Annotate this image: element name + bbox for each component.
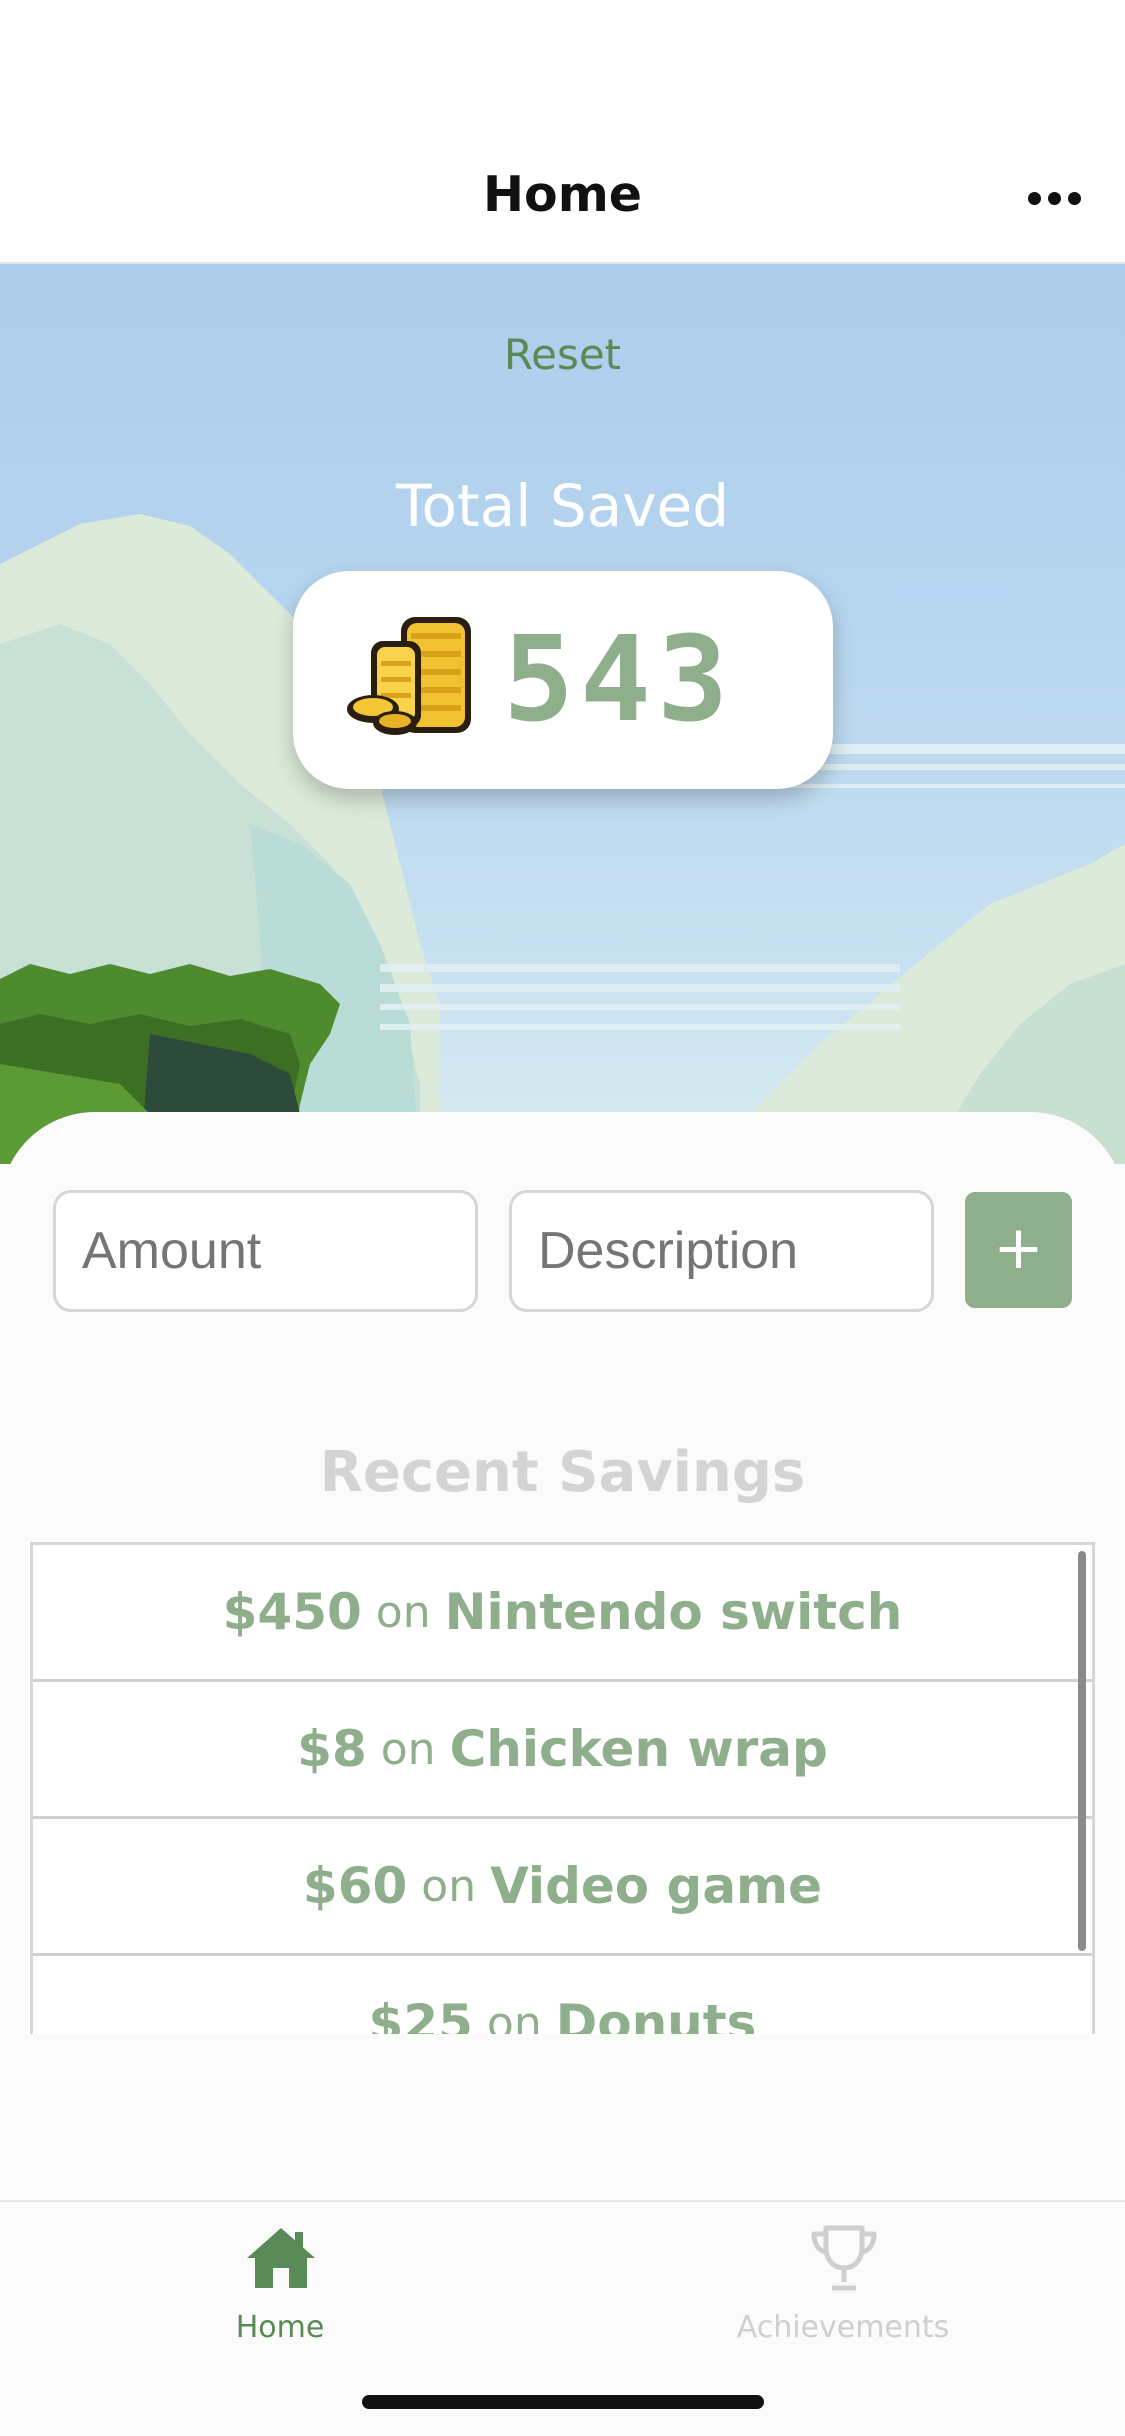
connector-text: on <box>486 1997 542 2035</box>
coin-stack-icon <box>347 617 471 735</box>
tab-home[interactable]: Home <box>130 2202 430 2382</box>
recent-savings-list[interactable]: $450 on Nintendo switch $8 on Chicken wr… <box>30 1542 1095 2034</box>
add-saving-button[interactable]: + <box>965 1192 1072 1308</box>
connector-text: on <box>375 1586 431 1638</box>
total-saved-value: 543 <box>503 610 735 748</box>
navigation-bar: Home <box>0 0 1125 264</box>
hero-banner: Reset Total Saved 543 <box>0 264 1125 1164</box>
saving-description: Nintendo switch <box>444 1583 903 1641</box>
tab-home-label: Home <box>235 2310 325 2345</box>
list-item[interactable]: $25 on Donuts <box>33 1956 1092 2034</box>
recent-savings-title: Recent Savings <box>319 1440 806 1505</box>
list-item[interactable]: $60 on Video game <box>33 1819 1092 1956</box>
saving-amount: $25 <box>368 1994 473 2034</box>
saving-description: Video game <box>490 1857 823 1915</box>
description-input[interactable] <box>509 1190 934 1312</box>
reset-button[interactable]: Reset <box>0 330 1125 379</box>
saving-amount: $60 <box>302 1857 408 1915</box>
trophy-icon <box>811 2225 877 2291</box>
total-saved-label: Total Saved <box>395 472 730 540</box>
saving-description: Donuts <box>555 1994 757 2034</box>
connector-text: on <box>380 1723 436 1775</box>
savings-panel: + Recent Savings $450 on Nintendo switch… <box>0 1112 1125 2202</box>
list-item[interactable]: $450 on Nintendo switch <box>33 1545 1092 1682</box>
page-title: Home <box>483 166 642 223</box>
saving-amount: $8 <box>297 1720 367 1778</box>
home-indicator <box>362 2395 764 2409</box>
more-options-button[interactable] <box>1019 175 1089 221</box>
saving-description: Chicken wrap <box>449 1720 828 1778</box>
total-saved-card: 543 <box>293 571 833 789</box>
home-icon <box>247 2228 315 2288</box>
screen: Home Reset Total Saved 543 Amount Descri… <box>0 0 1125 2436</box>
connector-text: on <box>421 1860 477 1912</box>
ellipsis-icon <box>1027 191 1081 205</box>
amount-input[interactable] <box>53 1190 478 1312</box>
list-item[interactable]: $8 on Chicken wrap <box>33 1682 1092 1819</box>
saving-amount: $450 <box>222 1583 362 1641</box>
tab-achievements[interactable]: Achievements <box>693 2202 993 2382</box>
list-scrollbar[interactable] <box>1078 1551 1086 1951</box>
tab-achievements-label: Achievements <box>736 2310 950 2345</box>
